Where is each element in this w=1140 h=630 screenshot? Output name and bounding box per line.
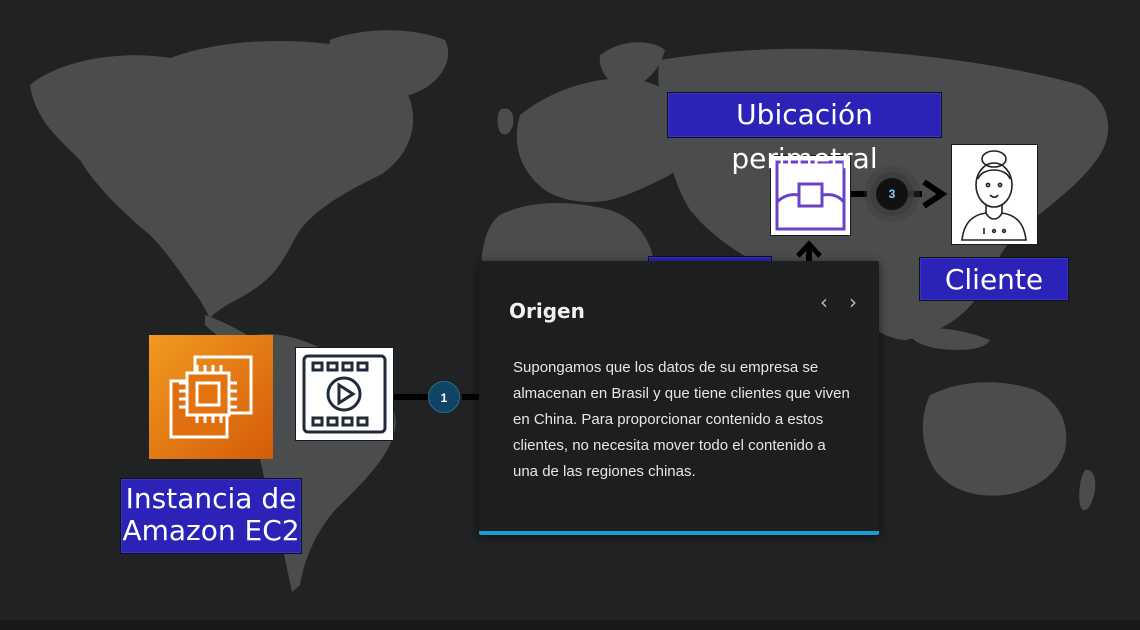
indonesia-shape [909, 328, 990, 350]
world-map-stage: Ubicación perimetral Cliente Instancia d… [0, 0, 1140, 630]
step-3-marker[interactable]: 3 [876, 178, 908, 210]
footer-bar [0, 620, 1140, 630]
client-label: Cliente [919, 257, 1069, 301]
chip-icon [169, 355, 253, 439]
previous-step-button[interactable]: ‹ [814, 291, 834, 313]
step-1-marker[interactable]: 1 [428, 381, 460, 413]
australia-shape [922, 382, 1067, 496]
ec2-instance-label: Instancia de Amazon EC2 [120, 478, 302, 554]
edge-location-label: Ubicación perimetral [667, 92, 942, 175]
card-title: Origen [509, 299, 585, 323]
info-card: Origen ‹ › Supongamos que los datos de s… [479, 261, 879, 535]
next-step-button[interactable]: › [843, 291, 863, 313]
video-file-icon [295, 347, 394, 441]
card-body-text: Supongamos que los datos de su empresa s… [513, 359, 850, 480]
person-icon [951, 144, 1038, 245]
new-zealand-shape [1079, 469, 1096, 511]
uk-shape [497, 108, 514, 135]
ec2-instance-icon [149, 335, 273, 459]
connector-line-1 [393, 394, 429, 400]
connector-line-1b [462, 394, 480, 400]
